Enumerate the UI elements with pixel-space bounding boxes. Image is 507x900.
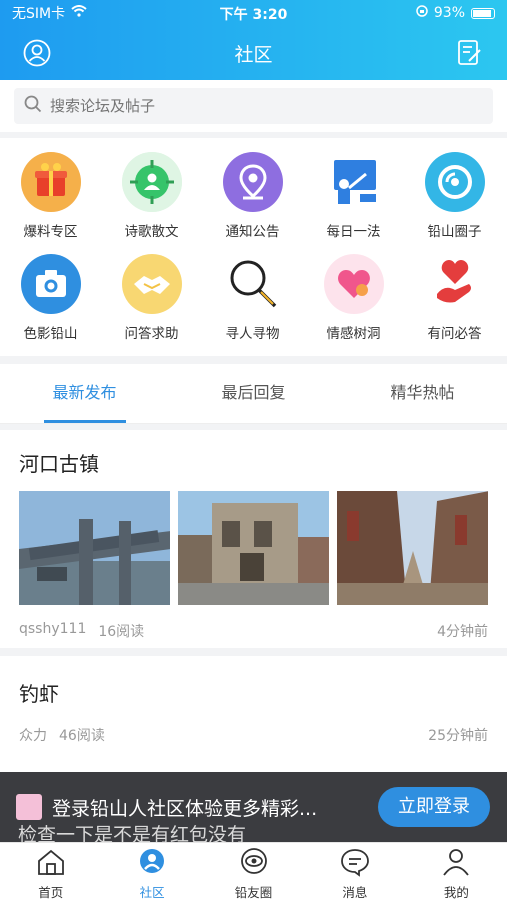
login-button[interactable]: 立即登录 <box>378 787 490 827</box>
target-person-icon <box>121 152 182 212</box>
nav-label: 首页 <box>38 885 64 900</box>
category-item[interactable]: 寻人寻物 <box>202 254 303 342</box>
post-title: 钓虾 <box>19 682 59 706</box>
heart-icon <box>323 254 384 314</box>
compose-icon[interactable] <box>455 38 485 68</box>
category-item[interactable]: 爆料专区 <box>0 152 101 240</box>
category-item[interactable]: 每日一法 <box>303 152 404 240</box>
post-image[interactable] <box>337 491 488 605</box>
nav-bar: 社区 <box>0 26 507 80</box>
category-item[interactable]: 色影铅山 <box>0 254 101 342</box>
tab-featured[interactable]: 精华热帖 <box>338 364 507 423</box>
user-icon[interactable] <box>22 38 52 68</box>
category-label: 色影铅山 <box>23 326 78 342</box>
category-grid: 爆料专区 诗歌散文 通知公告 每日一法 铅山圈子 色影铅山 问答求助 寻人寻物 … <box>0 138 507 356</box>
location-pin-icon <box>222 152 283 212</box>
category-item[interactable]: 有问必答 <box>404 254 505 342</box>
post-reads: 46阅读 <box>59 728 105 744</box>
nav-label: 我的 <box>443 885 469 900</box>
post-meta: 众力 46阅读 25分钟前 <box>19 725 488 745</box>
login-banner: 检查一下是不是有红包没有 登录铅山人社区体验更多精彩... 立即登录 <box>0 772 507 846</box>
circle-eye-icon <box>238 848 270 881</box>
home-icon <box>35 849 67 881</box>
lecture-icon <box>324 152 384 212</box>
nav-item-circle[interactable]: 铅友圈 <box>203 843 304 900</box>
banner-text: 登录铅山人社区体验更多精彩... <box>52 798 318 820</box>
post-meta: qsshy111 16阅读 4分钟前 <box>19 621 488 641</box>
tab-latest[interactable]: 最新发布 <box>0 364 169 423</box>
category-label: 情感树洞 <box>326 326 381 342</box>
handshake-icon <box>121 254 182 314</box>
profile-icon <box>440 849 472 881</box>
post-reads: 16阅读 <box>98 624 145 640</box>
category-item[interactable]: 通知公告 <box>202 152 303 240</box>
post-card[interactable]: 河口古镇 qsshy111 16阅读 4分钟前 <box>0 430 507 648</box>
disc-icon <box>424 152 485 212</box>
battery-icon <box>471 7 495 19</box>
search-icon <box>24 95 42 117</box>
category-item[interactable]: 铅山圈子 <box>404 152 505 240</box>
tab-last-reply[interactable]: 最后回复 <box>169 364 338 423</box>
camera-icon <box>20 254 81 314</box>
message-icon <box>339 849 371 881</box>
category-item[interactable]: 情感树洞 <box>303 254 404 342</box>
magnifier-icon <box>223 254 283 314</box>
category-label: 问答求助 <box>124 326 179 342</box>
post-images <box>19 491 488 605</box>
clock: 下午 3:20 <box>219 7 288 23</box>
post-card[interactable]: 钓虾 众力 46阅读 25分钟前 <box>0 656 507 772</box>
post-tabs: 最新发布 最后回复 精华热帖 <box>0 364 507 424</box>
heart-hand-icon <box>425 254 485 314</box>
category-label: 每日一法 <box>326 224 381 240</box>
nav-item-messages[interactable]: 消息 <box>304 843 405 900</box>
nav-label: 铅友圈 <box>234 885 273 900</box>
app-header: 无SIM卡 下午 3:20 93% 社区 <box>0 0 507 80</box>
category-label: 寻人寻物 <box>225 326 280 342</box>
category-label: 通知公告 <box>225 224 280 240</box>
post-time: 4分钟前 <box>437 624 488 640</box>
post-author: qsshy111 <box>19 621 87 637</box>
category-label: 铅山圈子 <box>427 224 482 240</box>
post-image[interactable] <box>178 491 329 605</box>
community-icon <box>136 849 168 881</box>
post-author: 众力 <box>19 728 47 744</box>
category-item[interactable]: 问答求助 <box>101 254 202 342</box>
nav-item-community[interactable]: 社区 <box>101 843 202 900</box>
category-label: 有问必答 <box>427 326 482 342</box>
search-section <box>0 80 507 132</box>
bottom-nav: 首页 社区 铅友圈 消息 我的 <box>0 842 507 900</box>
status-bar: 无SIM卡 下午 3:20 93% <box>0 0 507 26</box>
post-time: 25分钟前 <box>428 728 488 744</box>
nav-item-home[interactable]: 首页 <box>0 843 101 900</box>
nav-label: 社区 <box>139 885 165 900</box>
nav-label: 消息 <box>342 885 368 900</box>
page-title: 社区 <box>234 43 273 66</box>
category-item[interactable]: 诗歌散文 <box>101 152 202 240</box>
search-input[interactable] <box>50 97 470 115</box>
search-bar[interactable] <box>14 88 493 124</box>
category-label: 诗歌散文 <box>124 224 179 240</box>
post-title: 河口古镇 <box>19 452 99 476</box>
gift-icon <box>20 152 81 212</box>
category-label: 爆料专区 <box>23 224 78 240</box>
avatar <box>16 794 42 820</box>
nav-item-profile[interactable]: 我的 <box>406 843 507 900</box>
post-image[interactable] <box>19 491 170 605</box>
